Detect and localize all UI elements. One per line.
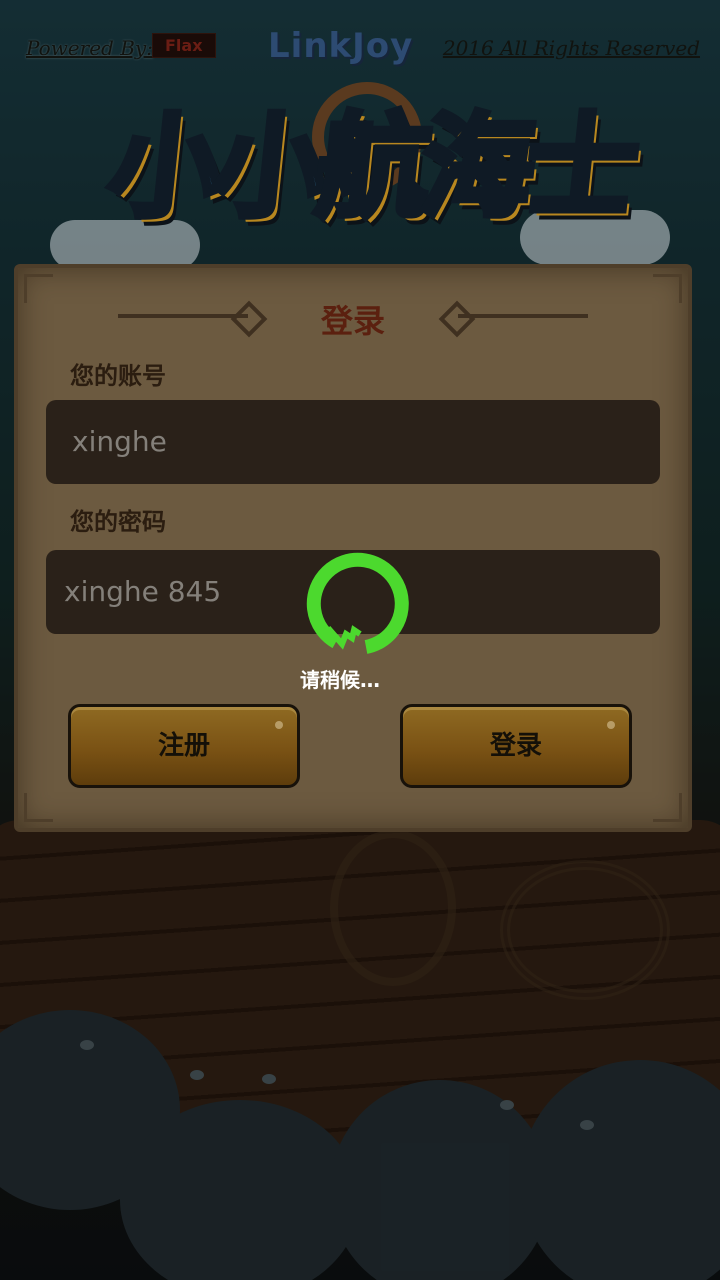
panel-corner bbox=[24, 793, 53, 822]
loading-spinner-icon bbox=[306, 552, 409, 654]
top-bar: Powered By: Flax LinkJoy 2016 All Rights… bbox=[0, 26, 720, 70]
copyright-text: 2016 All Rights Reserved bbox=[442, 36, 700, 60]
login-panel: 登录 您的账号 xinghe 您的密码 xinghe 845 注册 登录 bbox=[14, 264, 692, 832]
login-button[interactable]: 登录 bbox=[400, 704, 632, 788]
account-label: 您的账号 bbox=[70, 362, 166, 390]
loading-text: 请稍候… bbox=[300, 668, 380, 692]
account-value: xinghe bbox=[72, 425, 167, 458]
account-field[interactable]: xinghe bbox=[46, 400, 660, 484]
publisher-logo: LinkJoy bbox=[268, 26, 414, 66]
game-title: 小小航海士 bbox=[100, 100, 640, 236]
powered-by-text: Powered By: bbox=[26, 36, 153, 60]
password-label: 您的密码 bbox=[70, 508, 166, 536]
password-value: xinghe 845 bbox=[64, 575, 222, 608]
panel-corner bbox=[653, 793, 682, 822]
panel-title: 登录 bbox=[320, 302, 385, 340]
game-logo: 小小航海士 bbox=[50, 70, 670, 270]
register-button[interactable]: 注册 bbox=[68, 704, 300, 788]
engine-badge: Flax bbox=[152, 33, 216, 58]
